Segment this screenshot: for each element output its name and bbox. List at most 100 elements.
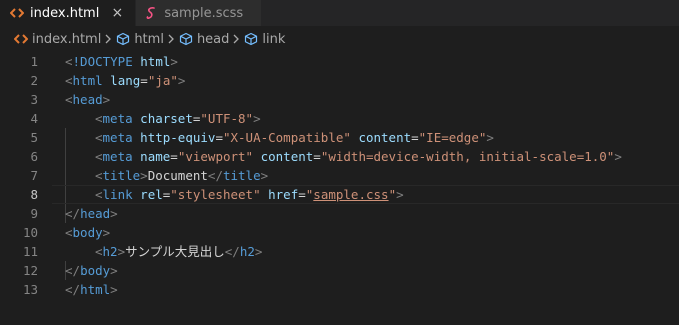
punctuation-token: > <box>614 149 622 164</box>
tab-sample-scss[interactable]: sample.scss <box>136 0 263 26</box>
attribute-token: name <box>140 149 171 164</box>
line-number: 7 <box>30 168 38 183</box>
code-line[interactable]: 13 </html> <box>0 280 679 299</box>
code-text: <title>Document</title> <box>65 166 268 185</box>
chevron-right-icon <box>232 34 240 44</box>
link-token[interactable]: sample.css <box>313 187 388 202</box>
text-token: = <box>298 187 306 202</box>
line-number: 3 <box>30 92 38 107</box>
sass-file-icon <box>146 6 158 20</box>
code-text: <meta name="viewport" content="width=dev… <box>65 147 622 166</box>
chevron-right-icon <box>167 34 175 44</box>
tag-token: !DOCTYPE <box>72 54 133 69</box>
close-icon[interactable]: × <box>109 5 125 21</box>
attribute-token: lang <box>110 73 141 88</box>
string-token: "viewport" <box>177 149 254 164</box>
punctuation-token: < <box>95 168 103 183</box>
tag-token: title <box>102 168 141 183</box>
code-line[interactable]: 3 <head> <box>0 90 679 109</box>
line-number: 11 <box>22 244 38 259</box>
punctuation-token: < <box>95 111 103 126</box>
breadcrumb: index.html html head link <box>0 26 679 52</box>
text-token: = <box>140 73 148 88</box>
punctuation-token: > <box>110 263 118 278</box>
chevron-right-icon <box>104 34 112 44</box>
punctuation-token: > <box>177 73 186 88</box>
punctuation-token: > <box>140 168 148 183</box>
string-token: "UTF-8" <box>200 111 254 126</box>
line-number: 2 <box>30 73 38 88</box>
tag-token: h2 <box>239 244 255 259</box>
code-text: <html lang="ja"> <box>65 71 185 90</box>
punctuation-token: > <box>260 168 269 183</box>
editor-tab-bar: index.html × sample.scss <box>0 0 679 26</box>
code-line[interactable]: 1 <!DOCTYPE html> <box>0 52 679 71</box>
string-token: "width=device-width, initial-scale=1.0" <box>320 149 615 164</box>
code-text: <!DOCTYPE html> <box>65 52 178 71</box>
code-text: <link rel="stylesheet" href="sample.css"… <box>65 185 404 204</box>
tab-label: sample.scss <box>164 5 244 21</box>
code-line[interactable]: 12 </body> <box>0 261 679 280</box>
string-token: "X-UA-Compatible" <box>222 130 351 145</box>
text-token: = <box>313 149 321 164</box>
punctuation-token: < <box>65 73 73 88</box>
code-line[interactable]: 11 <h2>サンプル大見出し</h2> <box>0 242 679 261</box>
line-number: 1 <box>30 54 38 69</box>
code-text: <h2>サンプル大見出し</h2> <box>65 242 262 261</box>
code-line[interactable]: 8 <link rel="stylesheet" href="sample.css… <box>0 185 679 204</box>
element-cube-icon <box>116 32 130 46</box>
html-file-icon <box>14 33 28 45</box>
code-line[interactable]: 5 <meta http-equiv="X-UA-Compatible" cont… <box>0 128 679 147</box>
code-line[interactable]: 2 <html lang="ja"> <box>0 71 679 90</box>
text-token: = <box>170 149 178 164</box>
punctuation-token: < <box>65 225 73 240</box>
string-token: "stylesheet" <box>170 187 261 202</box>
breadcrumb-item-link[interactable]: link <box>244 32 285 47</box>
attribute-token: content <box>260 149 314 164</box>
tab-label: index.html <box>30 5 100 21</box>
punctuation-token: > <box>117 244 126 259</box>
code-text: <meta charset="UTF-8"> <box>65 109 261 128</box>
line-number: 12 <box>22 263 38 278</box>
tag-token: body <box>80 263 111 278</box>
code-line[interactable]: 7 <title>Document</title> <box>0 166 679 185</box>
tag-token: meta <box>102 130 133 145</box>
tag-token: html <box>80 282 111 297</box>
punctuation-token: </ <box>65 206 81 221</box>
code-editor[interactable]: 1 <!DOCTYPE html> 2 <html lang="ja"> 3 <head>… <box>0 52 679 325</box>
tag-token: h2 <box>102 244 118 259</box>
code-text: </html> <box>65 280 118 299</box>
code-line[interactable]: 9 </head> <box>0 204 679 223</box>
text-token: サンプル大見出し <box>125 244 225 259</box>
line-number: 8 <box>30 187 38 202</box>
punctuation-token: > <box>110 206 118 221</box>
attribute-token: href <box>268 187 299 202</box>
code-text: <body> <box>65 223 110 242</box>
punctuation-token: > <box>396 187 404 202</box>
punctuation-token: < <box>95 187 103 202</box>
tag-token: title <box>222 168 261 183</box>
text-token: = <box>215 130 223 145</box>
code-line[interactable]: 10 <body> <box>0 223 679 242</box>
breadcrumb-item-head[interactable]: head <box>179 32 229 47</box>
attribute-token: content <box>358 130 412 145</box>
code-text: </body> <box>65 261 118 280</box>
attribute-token: rel <box>140 187 163 202</box>
breadcrumb-item-index-html[interactable]: index.html <box>14 32 101 47</box>
tag-token: head <box>72 92 103 107</box>
attribute-token: html <box>140 54 171 69</box>
punctuation-token: > <box>253 111 261 126</box>
tag-token: html <box>72 73 103 88</box>
code-line[interactable]: 4 <meta charset="UTF-8"> <box>0 109 679 128</box>
code-line[interactable]: 6 <meta name="viewport" content="width=de… <box>0 147 679 166</box>
tab-index-html[interactable]: index.html × <box>0 0 137 26</box>
string-token: "ja" <box>147 73 178 88</box>
punctuation-token: < <box>95 130 103 145</box>
line-number: 5 <box>30 130 38 145</box>
tag-token: meta <box>102 149 133 164</box>
string-token: "IE=edge" <box>418 130 487 145</box>
breadcrumb-item-html[interactable]: html <box>116 32 164 47</box>
punctuation-token: < <box>65 54 73 69</box>
